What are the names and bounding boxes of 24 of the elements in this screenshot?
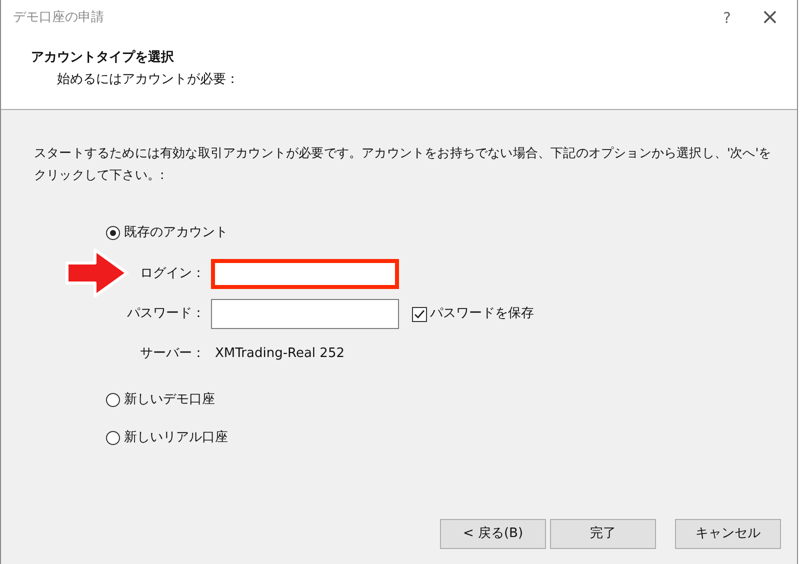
password-label: パスワード： [126, 305, 206, 324]
arrow-icon [65, 248, 129, 298]
server-label: サーバー： [139, 345, 206, 364]
instruction-text: スタートするためには有効な取引アカウントが必要です。アカウントをお持ちでない場合、下記のオプションから選択し、'次へ'をクリックして下さい。: [34, 144, 772, 184]
checkbox[interactable] [412, 306, 427, 322]
radio-label[interactable]: 新しいデモ口座 [124, 390, 215, 410]
finish-button[interactable]: 完了 [550, 519, 656, 549]
password-field[interactable] [211, 299, 399, 329]
login-label: ログイン： [139, 265, 206, 284]
radio-label[interactable]: 新しいリアル口座 [124, 428, 228, 448]
page-heading: アカウントタイプを選択 [31, 48, 174, 67]
help-button[interactable]: ? [707, 3, 747, 33]
radio-button[interactable] [106, 393, 120, 407]
window-title: デモ口座の申請 [13, 9, 105, 28]
login-field[interactable] [211, 259, 399, 289]
checkbox-label[interactable]: パスワードを保存 [430, 304, 534, 324]
server-value: XMTrading-Real 252 [215, 345, 344, 364]
radio-button[interactable] [106, 431, 120, 445]
cancel-button[interactable]: キャンセル [675, 519, 781, 549]
radio-label[interactable]: 既存のアカウント [124, 223, 228, 243]
radio-button[interactable] [106, 226, 120, 240]
page-subheading: 始めるにはアカウントが必要： [57, 70, 239, 88]
back-button[interactable]: < 戻る(B) [440, 519, 546, 549]
close-button[interactable]: × [747, 3, 793, 33]
